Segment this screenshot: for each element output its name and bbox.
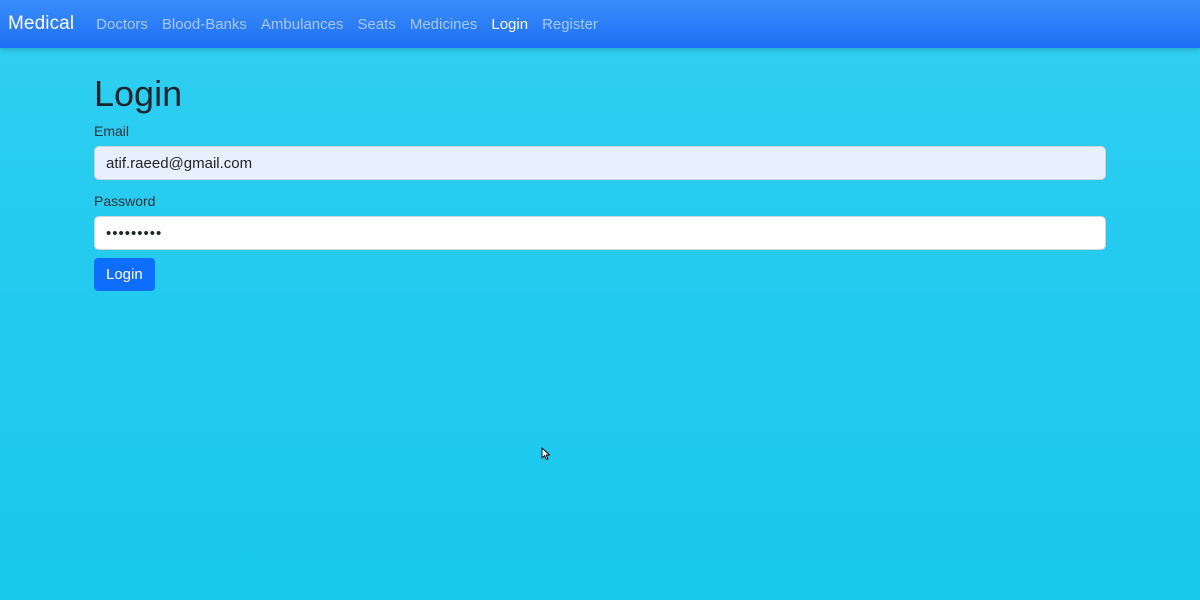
nav-link-medicines[interactable]: Medicines bbox=[410, 16, 478, 33]
password-field[interactable] bbox=[94, 216, 1106, 250]
top-navbar: Medical Doctors Blood-Banks Ambulances S… bbox=[0, 0, 1200, 48]
password-label: Password bbox=[94, 193, 156, 209]
email-field[interactable] bbox=[94, 146, 1106, 180]
login-form: Email Password Login bbox=[94, 122, 1106, 291]
nav-links: Doctors Blood-Banks Ambulances Seats Med… bbox=[96, 16, 612, 33]
mouse-pointer-icon bbox=[541, 447, 551, 461]
login-container: Login Email Password Login bbox=[94, 72, 1106, 291]
nav-link-seats[interactable]: Seats bbox=[357, 16, 395, 33]
nav-link-blood-banks[interactable]: Blood-Banks bbox=[162, 16, 247, 33]
page-title: Login bbox=[94, 73, 183, 114]
nav-link-register[interactable]: Register bbox=[542, 16, 598, 33]
nav-link-ambulances[interactable]: Ambulances bbox=[261, 16, 344, 33]
email-label: Email bbox=[94, 123, 130, 139]
nav-link-doctors[interactable]: Doctors bbox=[96, 16, 148, 33]
brand-logo[interactable]: Medical bbox=[8, 13, 74, 35]
login-button[interactable]: Login bbox=[94, 258, 155, 291]
nav-link-login[interactable]: Login bbox=[491, 16, 528, 33]
